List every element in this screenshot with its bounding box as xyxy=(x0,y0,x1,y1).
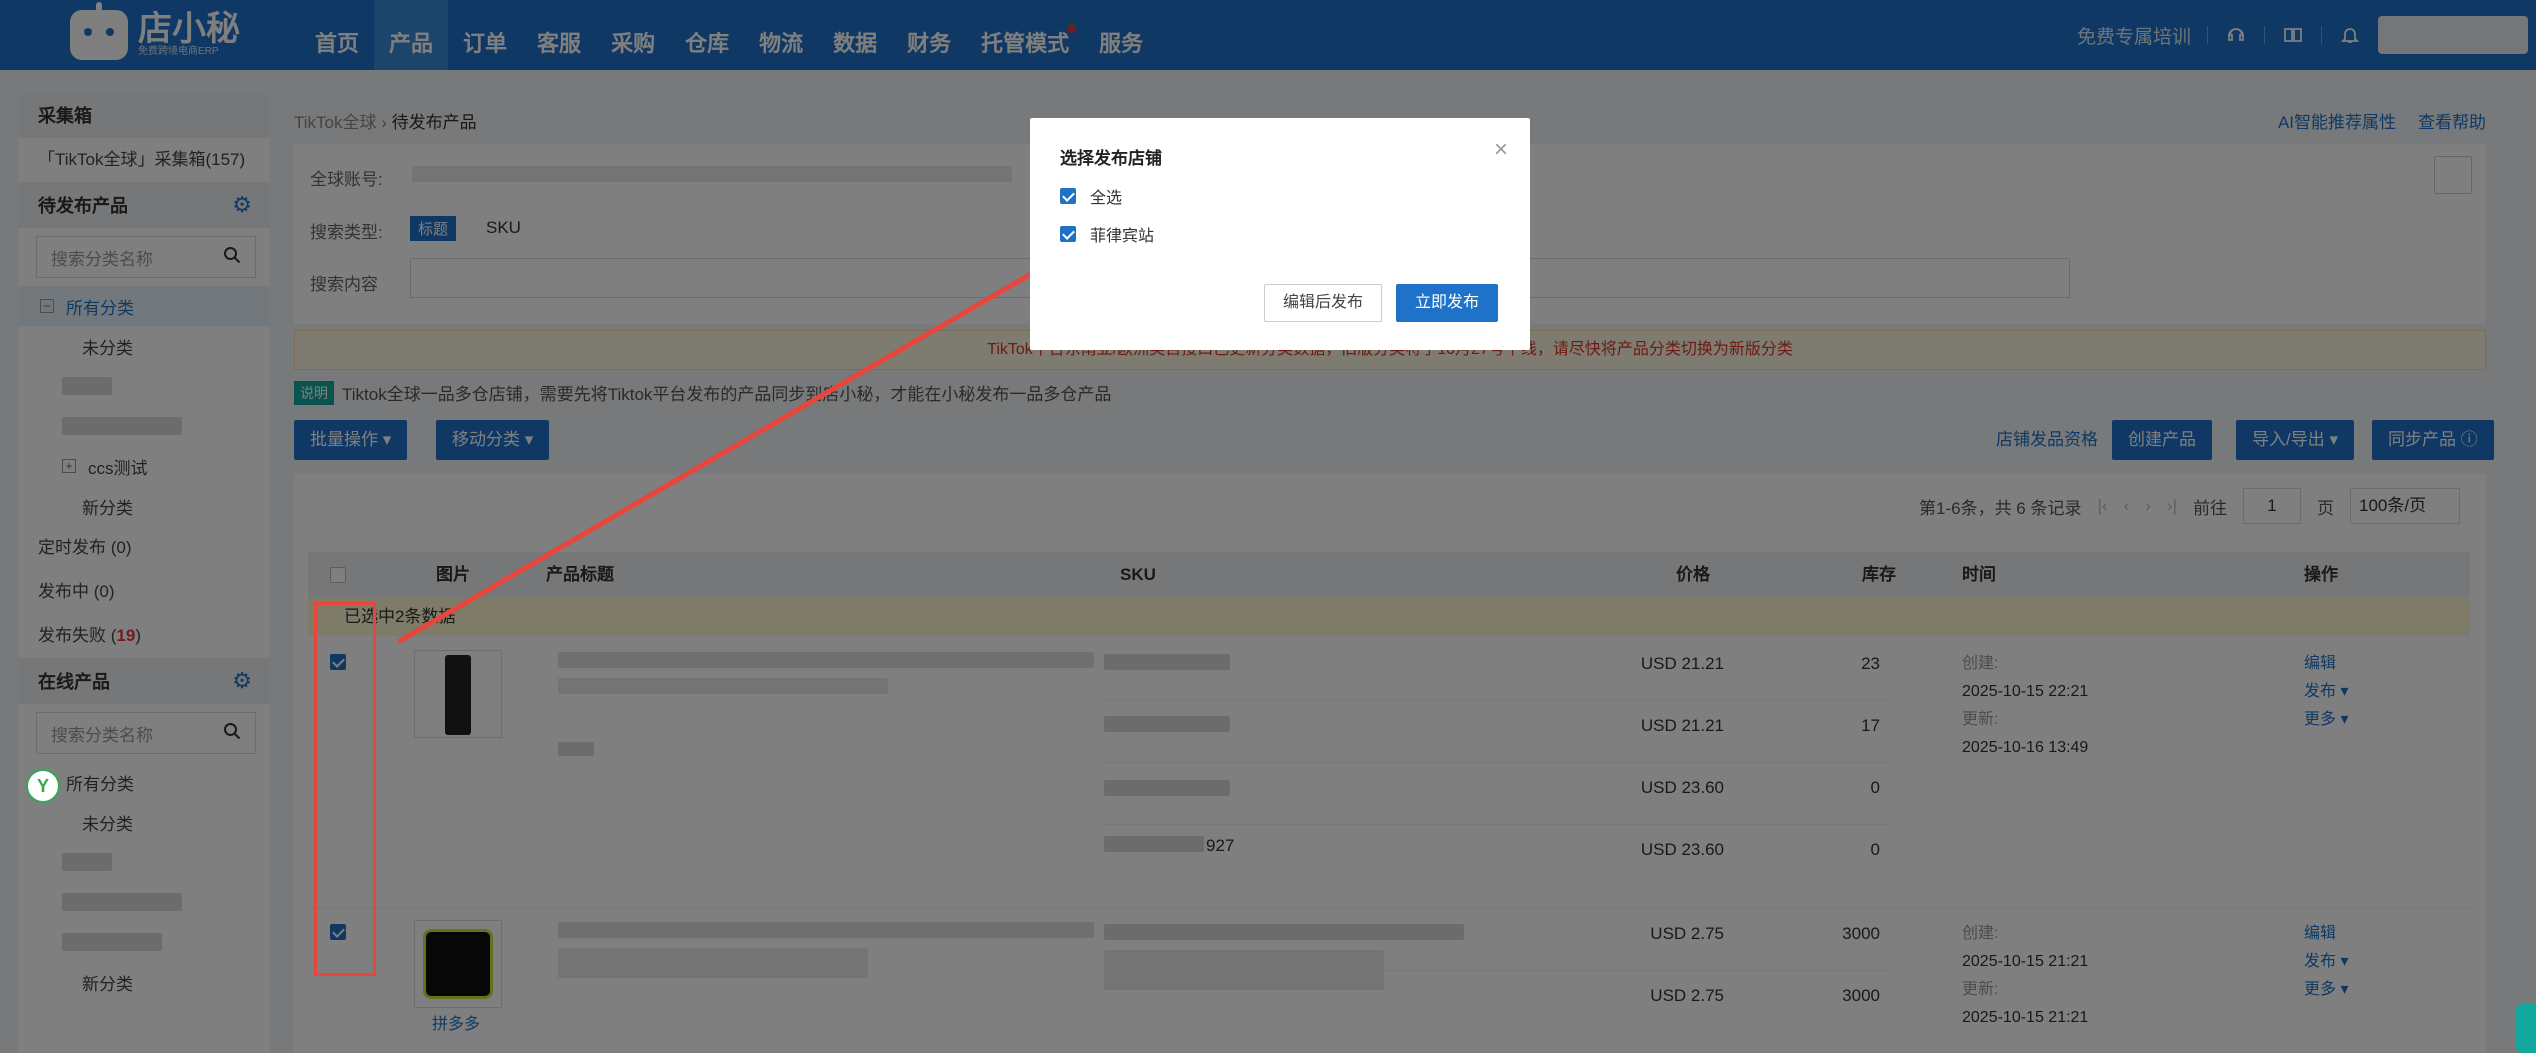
annotation-box xyxy=(314,602,376,976)
select-all-checkbox[interactable] xyxy=(1060,188,1076,204)
arrow-line xyxy=(396,261,1050,645)
shop-option[interactable]: 菲律宾站 xyxy=(1060,222,1154,246)
shop-checkbox[interactable] xyxy=(1060,226,1076,242)
select-all-label: 全选 xyxy=(1090,190,1123,207)
side-tool-tab[interactable] xyxy=(2516,1004,2536,1053)
close-icon[interactable]: × xyxy=(1494,136,1508,164)
select-shop-dialog: 选择发布店铺 × 全选 菲律宾站 编辑后发布 立即发布 xyxy=(1030,118,1530,350)
dialog-title: 选择发布店铺 xyxy=(1060,149,1162,168)
shop-label: 菲律宾站 xyxy=(1090,228,1155,245)
publish-now-button[interactable]: 立即发布 xyxy=(1396,284,1499,322)
edit-then-publish-button[interactable]: 编辑后发布 xyxy=(1264,284,1383,322)
select-all-option[interactable]: 全选 xyxy=(1060,184,1122,208)
assistant-float-icon[interactable]: Y xyxy=(26,769,60,803)
